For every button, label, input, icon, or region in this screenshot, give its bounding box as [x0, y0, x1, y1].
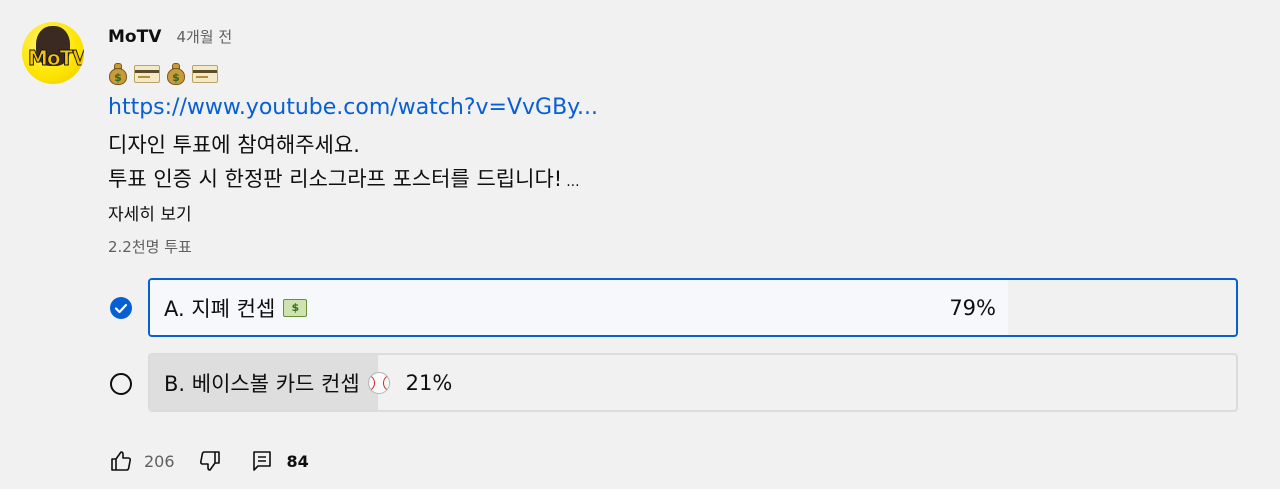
baseball-icon — [367, 371, 390, 394]
credit-card-icon — [192, 65, 218, 83]
post-header: MoTV 4개월 전 — [108, 26, 232, 47]
poll-option-text: B. 베이스볼 카드 컨셉 — [164, 371, 360, 396]
post-time[interactable]: 4개월 전 — [176, 28, 232, 46]
thumbs-up-icon — [111, 451, 132, 471]
poll-option-text: A. 지폐 컨셉 — [164, 296, 276, 321]
avatar[interactable]: MoTV — [22, 22, 84, 84]
poll-option-b[interactable]: B. 베이스볼 카드 컨셉 21% — [148, 353, 1238, 412]
poll-option-label: B. 베이스볼 카드 컨셉 21% — [164, 355, 452, 410]
author-name[interactable]: MoTV — [108, 27, 161, 47]
poll-percent: 21% — [405, 370, 453, 395]
unselected-radio-icon — [110, 373, 132, 395]
video-link[interactable]: https://www.youtube.com/watch?v=VvGBy... — [108, 95, 598, 120]
truncation-ellipsis: ... — [566, 174, 580, 190]
like-button[interactable] — [108, 448, 134, 474]
poll-option-a[interactable]: A. 지폐 컨셉 79% — [148, 278, 1238, 337]
poll-option-label: A. 지폐 컨셉 — [164, 280, 308, 335]
selected-check-icon — [110, 297, 132, 319]
post-text: 투표 인증 시 한정판 리소그라프 포스터를 드립니다! — [108, 167, 563, 191]
banknote-icon — [283, 298, 308, 317]
emoji-row: $ $ — [108, 62, 218, 86]
post-text-line: 투표 인증 시 한정판 리소그라프 포스터를 드립니다!... — [108, 163, 580, 193]
channel-logo: MoTV — [28, 46, 84, 71]
thumbs-down-icon — [199, 451, 220, 471]
comments-button[interactable] — [249, 448, 275, 474]
money-bag-icon: $ — [166, 63, 186, 85]
vote-count: 2.2천명 투표 — [108, 238, 192, 256]
comment-icon — [252, 451, 271, 471]
like-count: 206 — [144, 451, 175, 471]
post-text-line: 디자인 투표에 참여해주세요. — [108, 133, 360, 157]
dislike-button[interactable] — [197, 448, 223, 474]
money-bag-icon: $ — [108, 63, 128, 85]
comment-count: 84 — [286, 451, 309, 471]
action-bar: 206 84 — [108, 448, 309, 474]
poll-percent: 79% — [949, 295, 996, 320]
show-more-button[interactable]: 자세히 보기 — [108, 200, 192, 225]
credit-card-icon — [134, 65, 160, 83]
